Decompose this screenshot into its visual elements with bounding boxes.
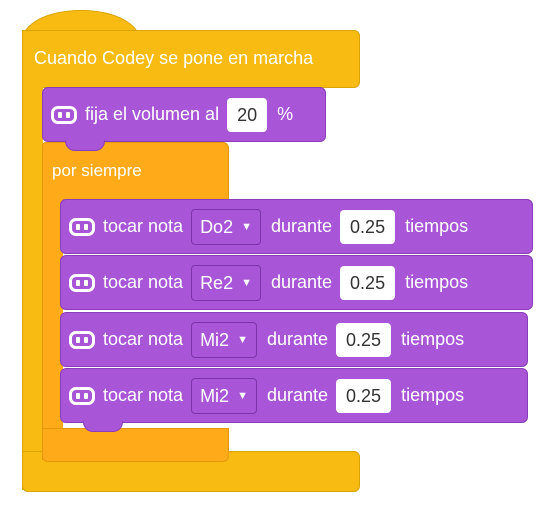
codey-robot-icon (69, 273, 95, 292)
play-note-label: tocar nota (103, 272, 184, 292)
during-label: durante (270, 272, 333, 292)
note-value: Mi2 (200, 329, 230, 350)
codey-robot-icon (69, 217, 95, 236)
during-label: durante (270, 216, 333, 236)
note-value: Re2 (200, 272, 234, 293)
event-block-spine (22, 80, 43, 490)
note-dropdown[interactable]: Mi2 ▼ (191, 321, 257, 358)
event-block-label: Cuando Codey se pone en marcha (34, 48, 314, 68)
beats-input[interactable]: 0.25 (340, 209, 396, 244)
block-notch (65, 140, 105, 151)
forever-block-label: por siempre (52, 161, 142, 180)
play-note-block[interactable]: tocar nota Re2 ▼ durante 0.25 tiempos (60, 255, 533, 310)
chevron-down-icon: ▼ (241, 220, 252, 233)
beats-input[interactable]: 0.25 (336, 378, 392, 413)
beats-unit: tiempos (405, 272, 469, 292)
set-volume-block[interactable]: fija el volumen al 20 % (42, 87, 326, 151)
beats-unit: tiempos (401, 385, 465, 405)
note-value: Mi2 (200, 385, 230, 406)
note-dropdown[interactable]: Do2 ▼ (191, 208, 261, 245)
note-dropdown[interactable]: Mi2 ▼ (191, 377, 257, 414)
forever-block-footer[interactable] (42, 428, 229, 462)
chevron-down-icon: ▼ (237, 389, 248, 402)
codey-robot-icon (69, 386, 95, 405)
set-volume-label: fija el volumen al (85, 104, 220, 124)
play-note-block[interactable]: tocar nota Mi2 ▼ durante 0.25 tiempos (60, 312, 528, 367)
beats-unit: tiempos (401, 329, 465, 349)
block-notch (83, 421, 123, 432)
during-label: durante (266, 385, 329, 405)
beats-unit: tiempos (405, 216, 469, 236)
play-note-block[interactable]: tocar nota Mi2 ▼ durante 0.25 tiempos (60, 368, 528, 432)
codey-robot-icon (51, 105, 77, 124)
beats-input[interactable]: 0.25 (336, 322, 392, 357)
play-note-label: tocar nota (103, 216, 184, 236)
play-note-label: tocar nota (103, 329, 184, 349)
chevron-down-icon: ▼ (237, 333, 248, 346)
note-dropdown[interactable]: Re2 ▼ (191, 264, 261, 301)
codey-robot-icon (69, 330, 95, 349)
during-label: durante (266, 329, 329, 349)
play-note-block[interactable]: tocar nota Do2 ▼ durante 0.25 tiempos (60, 199, 533, 254)
play-note-label: tocar nota (103, 385, 184, 405)
note-value: Do2 (200, 216, 234, 237)
chevron-down-icon: ▼ (241, 276, 252, 289)
beats-input[interactable]: 0.25 (340, 265, 396, 300)
volume-input[interactable]: 20 (227, 97, 268, 132)
volume-unit: % (277, 104, 294, 124)
